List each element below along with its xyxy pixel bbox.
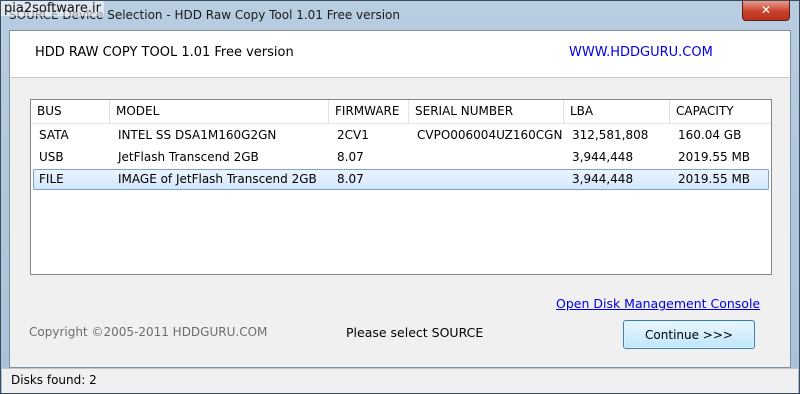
table-row-selected[interactable]: FILE IMAGE of JetFlash Transcend 2GB 8.0…: [33, 169, 769, 190]
status-bar: Disks found: 2: [2, 368, 798, 393]
column-header-serial-number[interactable]: SERIAL NUMBER: [409, 100, 564, 123]
column-header-model[interactable]: MODEL: [110, 100, 329, 123]
cell-serial: CVPO006004UZ160CGN: [417, 128, 563, 142]
column-header-firmware[interactable]: FIRMWARE: [329, 100, 409, 123]
cell-bus: FILE: [39, 172, 64, 186]
cell-model: IMAGE of JetFlash Transcend 2GB: [118, 172, 317, 186]
cell-firmware: 8.07: [337, 172, 364, 186]
column-header-bus[interactable]: BUS: [31, 100, 110, 123]
app-window: SOURCE Device Selection - HDD Raw Copy T…: [0, 0, 800, 394]
disk-management-link[interactable]: Open Disk Management Console: [556, 296, 760, 311]
device-list[interactable]: BUS MODEL FIRMWARE SERIAL NUMBER LBA CAP…: [30, 99, 772, 275]
column-header-lba[interactable]: LBA: [564, 100, 670, 123]
copyright-text: Copyright ©2005-2011 HDDGURU.COM: [29, 325, 268, 339]
disks-found-count: Disks found: 2: [11, 373, 97, 387]
dialog-body: HDD RAW COPY TOOL 1.01 Free version WWW.…: [9, 30, 791, 368]
table-row[interactable]: USB JetFlash Transcend 2GB 8.07 3,944,44…: [33, 147, 769, 168]
cell-lba: 3,944,448: [572, 172, 634, 186]
watermark-text: pia2software.ir: [1, 1, 105, 16]
cell-bus: USB: [39, 150, 64, 164]
cell-bus: SATA: [39, 128, 69, 142]
close-button[interactable]: ✕: [742, 1, 790, 21]
title-bar[interactable]: SOURCE Device Selection - HDD Raw Copy T…: [1, 1, 799, 31]
table-header: BUS MODEL FIRMWARE SERIAL NUMBER LBA CAP…: [31, 100, 771, 124]
close-icon: ✕: [760, 3, 772, 17]
table-row[interactable]: SATA INTEL SS DSA1M160G2GN 2CV1 CVPO0060…: [33, 125, 769, 146]
cell-capacity: 2019.55 MB: [678, 172, 751, 186]
website-link[interactable]: WWW.HDDGURU.COM: [569, 45, 713, 60]
cell-lba: 3,944,448: [572, 150, 634, 164]
cell-firmware: 2CV1: [337, 128, 369, 142]
header-banner: HDD RAW COPY TOOL 1.01 Free version WWW.…: [10, 31, 790, 78]
cell-serial: [413, 170, 417, 191]
status-message: Please select SOURCE: [346, 325, 484, 340]
cell-lba: 312,581,808: [572, 128, 649, 142]
cell-firmware: 8.07: [337, 150, 364, 164]
cell-capacity: 2019.55 MB: [678, 150, 751, 164]
continue-button[interactable]: Continue >>>: [623, 320, 755, 349]
cell-model: INTEL SS DSA1M160G2GN: [118, 128, 277, 142]
column-header-capacity[interactable]: CAPACITY: [670, 100, 771, 123]
app-name: HDD RAW COPY TOOL 1.01 Free version: [35, 45, 294, 60]
cell-capacity: 160.04 GB: [678, 128, 742, 142]
cell-model: JetFlash Transcend 2GB: [118, 150, 259, 164]
cell-serial: [413, 147, 417, 168]
